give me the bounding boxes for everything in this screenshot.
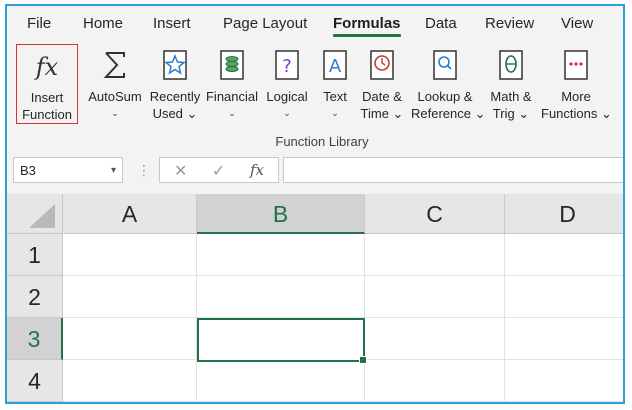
name-box[interactable]: B3 ▾: [13, 157, 123, 183]
chevron-down-icon: ⌄: [111, 108, 119, 118]
text-book-icon: A: [323, 50, 347, 80]
ribbon-tabs: File Home Insert Page Layout Formulas Da…: [7, 6, 623, 42]
active-cell-b3[interactable]: [197, 318, 367, 364]
magnifier-book-icon: [433, 50, 457, 80]
lookup-reference-button[interactable]: Lookup & Reference ⌄: [411, 44, 486, 124]
chevron-down-icon: ⌄: [331, 108, 339, 118]
row-header-3[interactable]: 3: [7, 318, 63, 360]
date-time-label-1: Date &: [362, 89, 402, 104]
tab-insert[interactable]: Insert: [153, 15, 191, 32]
column-header-d[interactable]: D: [505, 194, 623, 234]
insert-function-fx-icon[interactable]: fx: [250, 161, 264, 179]
logical-label: Logical: [266, 89, 308, 104]
clock-book-icon: [370, 50, 394, 80]
worksheet-grid: A B C D 1 2 3 4: [7, 194, 623, 402]
enter-icon[interactable]: ✓: [212, 161, 225, 181]
cancel-icon[interactable]: ✕: [174, 161, 187, 181]
excel-window: File Home Insert Page Layout Formulas Da…: [5, 4, 625, 404]
formula-input[interactable]: [283, 157, 623, 183]
math-trig-button[interactable]: Math & Trig ⌄: [485, 44, 537, 124]
fill-handle[interactable]: [359, 356, 367, 364]
formula-bar: B3 ▾ ⋮ ✕ ✓ fx: [7, 150, 623, 194]
text-label: Text: [323, 89, 347, 104]
theta-book-icon: [499, 50, 523, 80]
gridline: [63, 401, 623, 402]
text-button[interactable]: A Text ⌄: [317, 44, 353, 124]
sigma-icon: [103, 52, 125, 78]
insert-function-label-1: Insert: [30, 90, 64, 105]
svg-text:A: A: [329, 56, 342, 77]
name-box-value: B3: [20, 163, 36, 178]
tab-file[interactable]: File: [27, 15, 51, 32]
autosum-button[interactable]: AutoSum ⌄: [85, 44, 145, 124]
tab-view[interactable]: View: [561, 15, 593, 32]
formula-bar-resize-handle[interactable]: ⋮: [137, 162, 151, 179]
star-book-icon: [163, 50, 187, 80]
gridline: [504, 234, 505, 402]
gridline: [63, 275, 623, 276]
column-header-c[interactable]: C: [365, 194, 505, 234]
fx-icon: fx: [34, 53, 59, 81]
more-book-icon: [564, 50, 588, 80]
tab-page-layout[interactable]: Page Layout: [223, 15, 307, 32]
svg-text:?: ?: [282, 56, 292, 77]
financial-book-icon: [220, 50, 244, 80]
ribbon-formulas: fx Insert Function AutoSum ⌄ Recently Us…: [7, 42, 623, 150]
recently-used-label-2: Used ⌄: [152, 106, 198, 121]
date-time-label-2: Time ⌄: [360, 106, 404, 121]
column-header-b[interactable]: B: [197, 194, 365, 234]
formula-bar-buttons: ✕ ✓ fx: [159, 157, 279, 183]
more-functions-label-1: More: [561, 89, 591, 104]
lookup-label-1: Lookup &: [417, 89, 473, 104]
date-time-button[interactable]: Date & Time ⌄: [357, 44, 407, 124]
insert-function-label-2: Function: [22, 107, 72, 122]
recently-used-label-1: Recently: [149, 89, 201, 104]
recently-used-button[interactable]: Recently Used ⌄: [147, 44, 203, 124]
function-library-group-label: Function Library: [275, 134, 369, 149]
tab-formulas[interactable]: Formulas: [333, 15, 401, 37]
more-functions-button[interactable]: More Functions ⌄: [541, 44, 612, 124]
tab-review[interactable]: Review: [485, 15, 534, 32]
row-header-4[interactable]: 4: [7, 360, 63, 402]
select-all-button[interactable]: [7, 194, 63, 234]
question-book-icon: ?: [275, 50, 299, 80]
tab-home[interactable]: Home: [83, 15, 123, 32]
select-all-triangle-icon: [29, 204, 55, 228]
math-trig-label-1: Math &: [490, 89, 532, 104]
chevron-down-icon: ⌄: [228, 108, 236, 118]
logical-button[interactable]: ? Logical ⌄: [263, 44, 311, 124]
tab-data[interactable]: Data: [425, 15, 457, 32]
insert-function-button[interactable]: fx Insert Function: [16, 44, 78, 124]
row-header-1[interactable]: 1: [7, 234, 63, 276]
column-header-a[interactable]: A: [63, 194, 197, 234]
svg-text:fx: fx: [34, 53, 59, 81]
more-functions-label-2: Functions ⌄: [541, 106, 612, 121]
lookup-label-2: Reference ⌄: [411, 106, 486, 121]
chevron-down-icon[interactable]: ▾: [111, 158, 116, 184]
chevron-down-icon: ⌄: [283, 108, 291, 118]
math-trig-label-2: Trig ⌄: [492, 106, 530, 121]
row-header-2[interactable]: 2: [7, 276, 63, 318]
financial-button[interactable]: Financial ⌄: [205, 44, 259, 124]
autosum-label: AutoSum: [88, 89, 142, 104]
financial-label: Financial: [205, 89, 259, 104]
